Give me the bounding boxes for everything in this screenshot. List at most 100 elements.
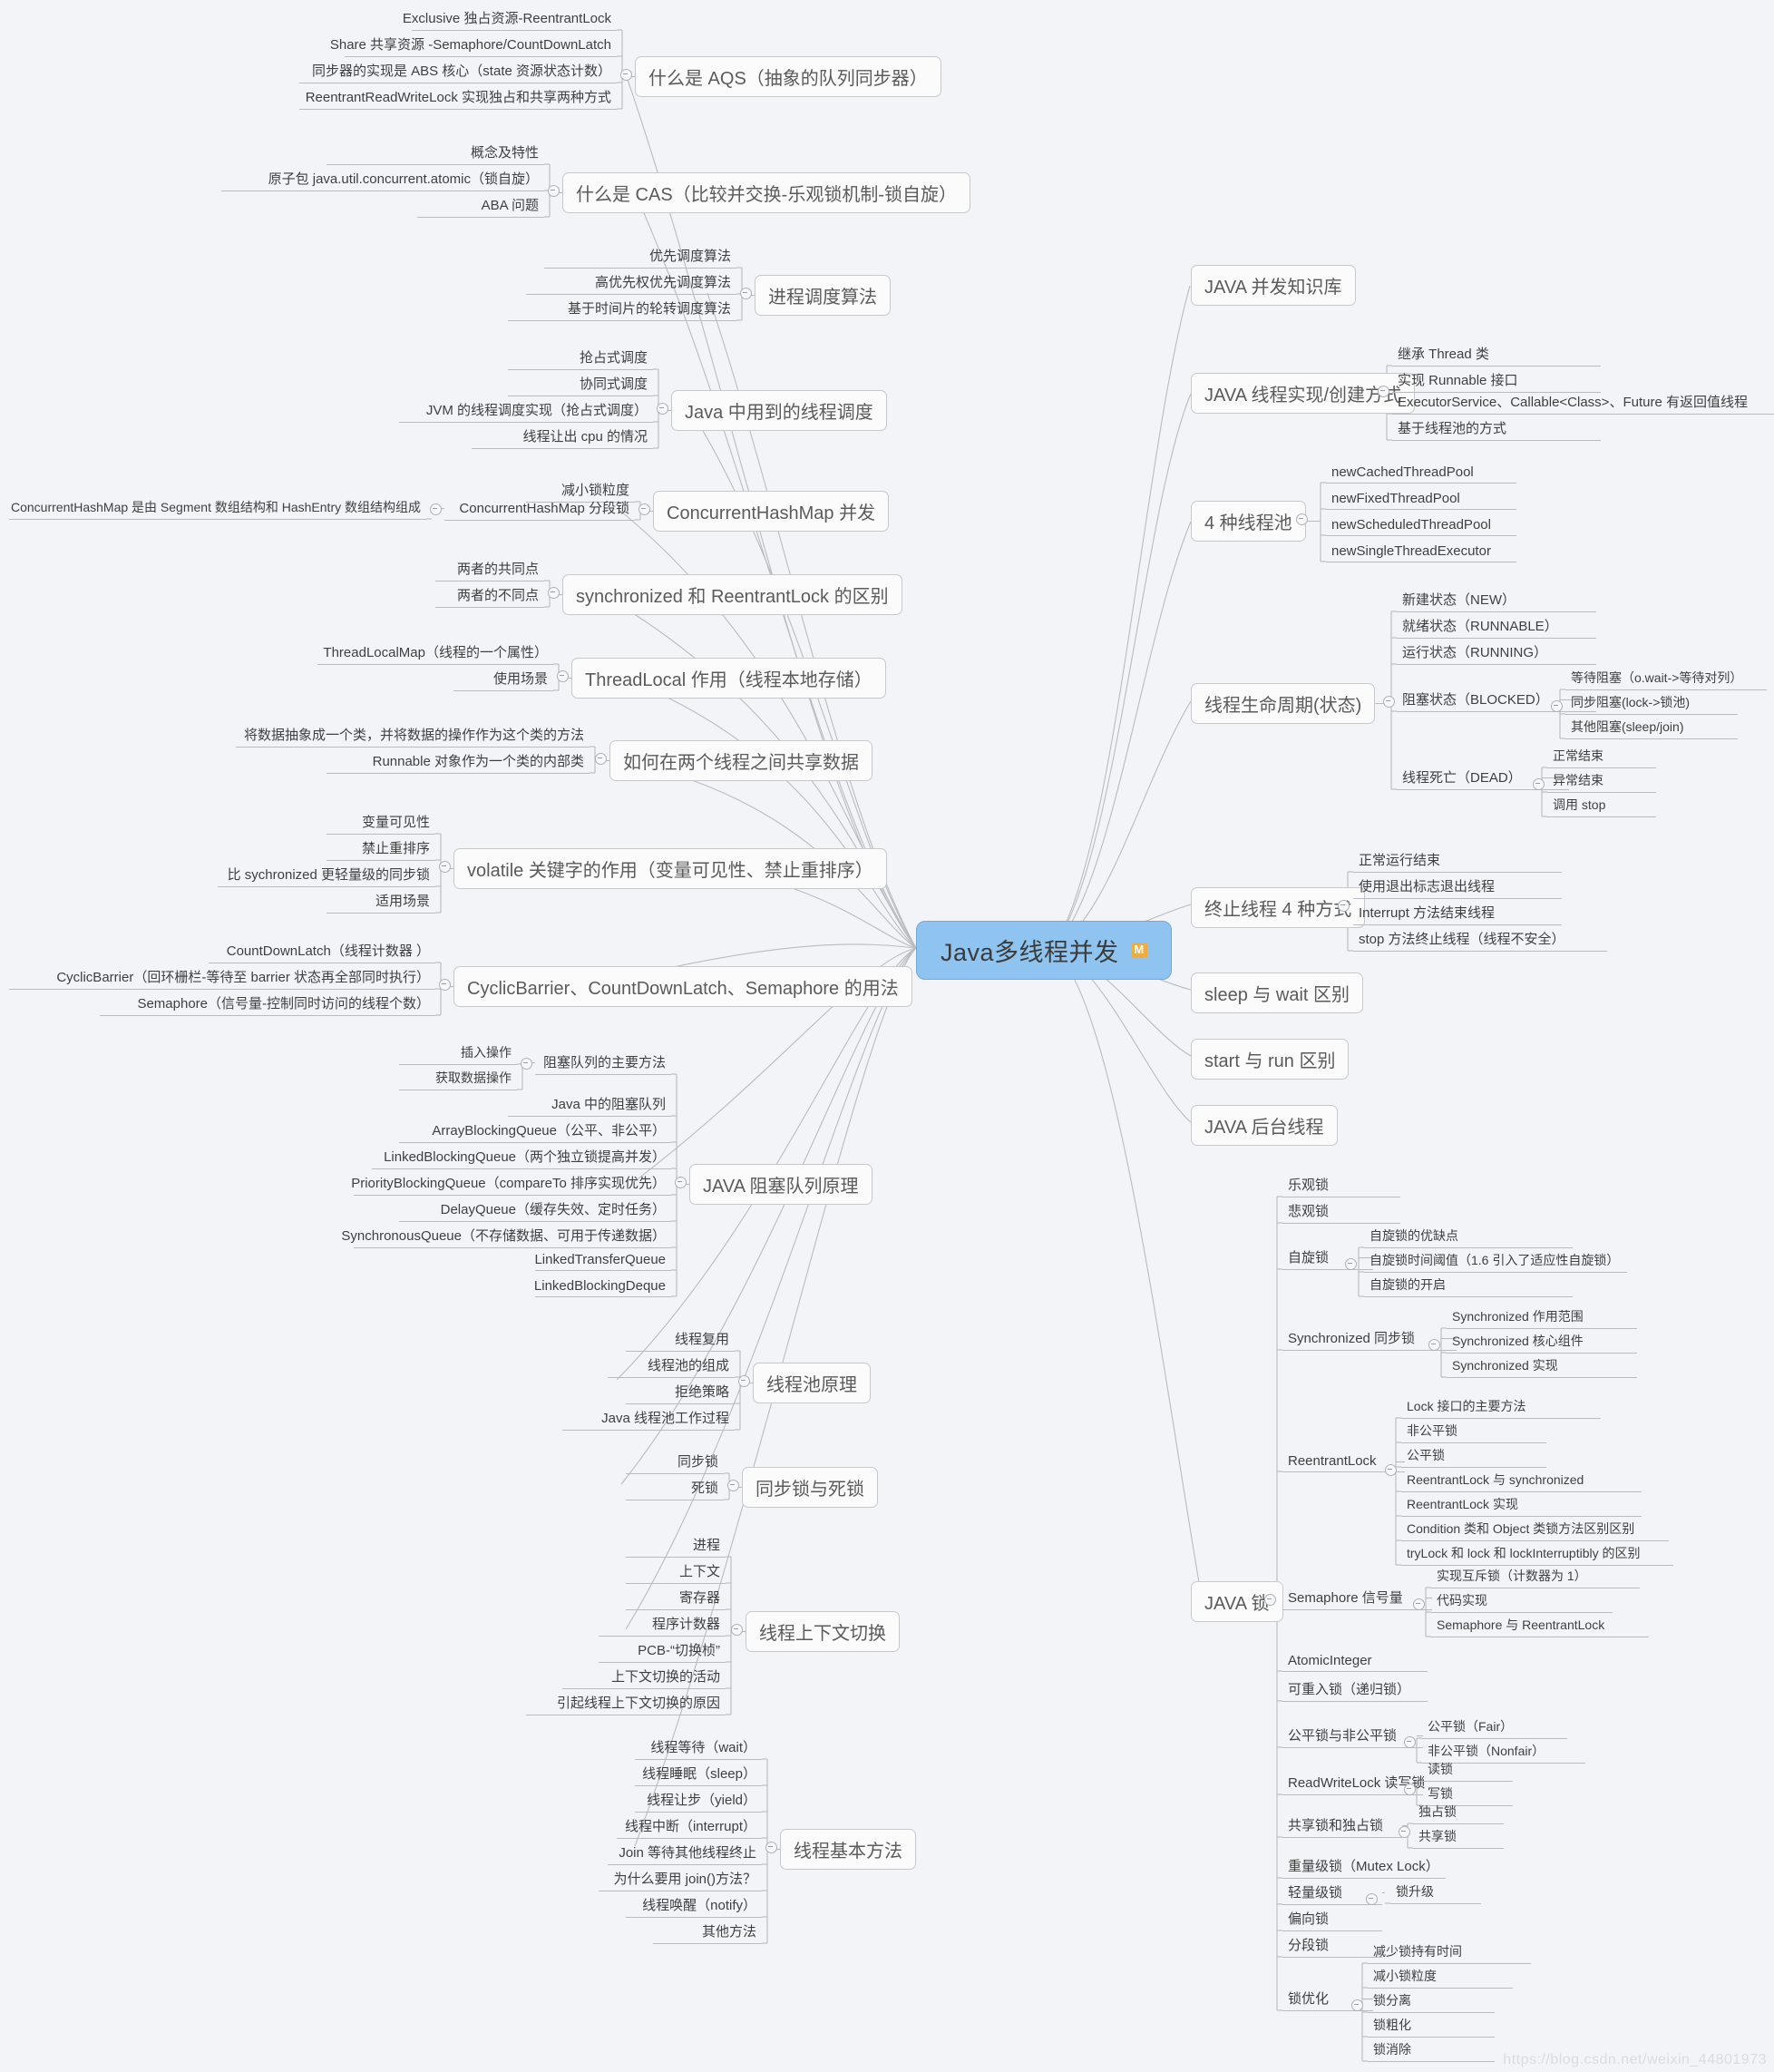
node-round-robin-sched[interactable]: 基于时间片的轮转调度算法 bbox=[508, 297, 736, 321]
branch-sleep-vs-wait[interactable]: sleep 与 wait 区别 bbox=[1191, 972, 1364, 1013]
branch-start-vs-run[interactable]: start 与 run 区别 bbox=[1191, 1039, 1350, 1080]
node-jvm-scheduling[interactable]: JVM 的线程调度实现（抢占式调度） bbox=[399, 398, 653, 423]
node-nonfair-lock[interactable]: 非公平锁 bbox=[1401, 1420, 1546, 1443]
node-newscheduledthreadpool[interactable]: newScheduledThreadPool bbox=[1326, 515, 1516, 536]
node-threadpool-composition[interactable]: 线程池的组成 bbox=[608, 1354, 735, 1378]
node-code-implementation[interactable]: 代码实现 bbox=[1431, 1589, 1613, 1613]
toggle-fair-vs-nonfair[interactable] bbox=[1404, 1736, 1416, 1748]
node-state-running[interactable]: 运行状态（RUNNING） bbox=[1397, 640, 1596, 665]
node-sync-implementation[interactable]: Synchronized 实现 bbox=[1447, 1354, 1637, 1378]
toggle-bq-main-methods[interactable] bbox=[521, 1058, 532, 1070]
node-atomicinteger[interactable]: AtomicInteger bbox=[1282, 1651, 1428, 1672]
branch-share-data[interactable]: 如何在两个线程之间共享数据 bbox=[609, 740, 872, 781]
node-aqs-exclusive[interactable]: Exclusive 独占资源-ReentrantLock bbox=[403, 6, 617, 31]
branch-java-concurrency-kb[interactable]: JAVA 并发知识库 bbox=[1191, 265, 1356, 306]
node-volatile-usecase[interactable]: 适用场景 bbox=[327, 889, 435, 914]
node-sync-lock[interactable]: 同步锁 bbox=[626, 1450, 724, 1474]
toggle-threadpool-principle[interactable] bbox=[738, 1375, 750, 1387]
toggle-concurrenthashmap[interactable] bbox=[638, 503, 650, 515]
node-spin-lock[interactable]: 自旋锁 bbox=[1282, 1246, 1373, 1270]
toggle-shared-vs-exclusive[interactable] bbox=[1399, 1826, 1410, 1838]
toggle-readwritelock[interactable] bbox=[1404, 1784, 1416, 1795]
toggle-blocking-queue[interactable] bbox=[675, 1177, 687, 1188]
node-lighter-than-sync[interactable]: 比 sychronized 更轻量级的同步锁 bbox=[218, 863, 435, 887]
node-threadpool-workflow[interactable]: Java 线程池工作过程 bbox=[562, 1406, 735, 1431]
node-optimistic-lock[interactable]: 乐观锁 bbox=[1282, 1173, 1400, 1197]
toggle-aqs[interactable] bbox=[620, 69, 632, 81]
toggle-semaphore-lock[interactable] bbox=[1413, 1598, 1425, 1610]
toggle-volatile[interactable] bbox=[439, 861, 451, 873]
root-node[interactable]: Java多线程并发 M bbox=[916, 921, 1172, 980]
node-sync-scope[interactable]: Synchronized 作用范围 bbox=[1447, 1305, 1637, 1329]
node-cas-concept[interactable]: 概念及特性 bbox=[327, 141, 544, 165]
node-insert-op[interactable]: 插入操作 bbox=[399, 1041, 517, 1065]
node-bq-main-methods[interactable]: 阻塞队列的主要方法 bbox=[535, 1051, 671, 1075]
toggle-share-data[interactable] bbox=[595, 753, 607, 765]
node-newsinglethreadexecutor[interactable]: newSingleThreadExecutor bbox=[1326, 542, 1516, 562]
toggle-state-blocked[interactable] bbox=[1551, 700, 1563, 712]
node-call-stop[interactable]: 调用 stop bbox=[1547, 794, 1656, 817]
node-pcb-switch-frame[interactable]: PCB-“切换桢” bbox=[599, 1638, 726, 1663]
toggle-thread-lifecycle[interactable] bbox=[1383, 696, 1395, 708]
node-mutex-counter-one[interactable]: 实现互斥锁（计数器为 1） bbox=[1431, 1565, 1640, 1588]
toggle-terminate-thread[interactable] bbox=[1338, 900, 1350, 912]
node-normal-end[interactable]: 正常结束 bbox=[1547, 745, 1656, 768]
node-exit-flag[interactable]: 使用退出标志退出线程 bbox=[1353, 875, 1562, 899]
node-semaphore-vs-reentrantlock[interactable]: Semaphore 与 ReentrantLock bbox=[1431, 1614, 1649, 1637]
branch-threadpool-principle[interactable]: 线程池原理 bbox=[753, 1363, 871, 1403]
node-fair-vs-nonfair[interactable]: 公平锁与非公平锁 bbox=[1282, 1724, 1423, 1748]
toggle-sync-vs-reentrantlock[interactable] bbox=[548, 587, 560, 599]
node-semaphore-lock[interactable]: Semaphore 信号量 bbox=[1282, 1586, 1432, 1610]
toggle-spin-lock[interactable] bbox=[1345, 1258, 1357, 1270]
node-abstract-class[interactable]: 将数据抽象成一个类，并将数据的操作作为这个类的方法 bbox=[236, 723, 590, 748]
node-reentrant-recursive-lock[interactable]: 可重入锁（递归锁） bbox=[1282, 1677, 1428, 1702]
node-cas-aba[interactable]: ABA 问题 bbox=[417, 193, 544, 218]
node-linkedblockingdeque[interactable]: LinkedBlockingDeque bbox=[534, 1276, 671, 1297]
node-interrupt-method[interactable]: Interrupt 方法结束线程 bbox=[1353, 901, 1562, 925]
node-stop-method[interactable]: stop 方法终止线程（线程不安全） bbox=[1353, 927, 1607, 952]
toggle-cas[interactable] bbox=[548, 185, 560, 197]
node-exception-end[interactable]: 异常结束 bbox=[1547, 769, 1656, 793]
node-threadlocal-usecase[interactable]: 使用场景 bbox=[453, 667, 553, 691]
node-fetch-op[interactable]: 获取数据操作 bbox=[399, 1067, 517, 1090]
node-read-lock[interactable]: 读锁 bbox=[1422, 1758, 1513, 1782]
toggle-four-threadpools[interactable] bbox=[1296, 513, 1308, 525]
toggle-process-scheduling[interactable] bbox=[740, 288, 752, 299]
toggle-java-locks[interactable] bbox=[1264, 1594, 1276, 1606]
branch-context-switch[interactable]: 线程上下文切换 bbox=[746, 1611, 900, 1652]
toggle-state-dead[interactable] bbox=[1533, 778, 1545, 790]
node-executorservice-callable-future[interactable]: ExecutorService、Callable<Class>、Future 有… bbox=[1392, 390, 1774, 415]
toggle-threadlocal[interactable] bbox=[557, 670, 569, 682]
node-trylock-lock-lockinterruptibly[interactable]: tryLock 和 lock 和 lockInterruptibly 的区别 bbox=[1401, 1542, 1673, 1566]
toggle-chm-segment-lock[interactable] bbox=[430, 503, 442, 515]
node-chm-structure[interactable]: ConcurrentHashMap 是由 Segment 数组结构和 HashE… bbox=[9, 496, 426, 520]
node-priorityblockingqueue[interactable]: PriorityBlockingQueue（compareTo 排序实现优先） bbox=[351, 1171, 671, 1196]
node-other-blocked[interactable]: 其他阻塞(sleep/join) bbox=[1565, 716, 1738, 739]
branch-daemon-thread[interactable]: JAVA 后台线程 bbox=[1191, 1105, 1338, 1146]
node-cas-atomic[interactable]: 原子包 java.util.concurrent.atomic（锁自旋） bbox=[221, 167, 544, 191]
branch-threadlocal[interactable]: ThreadLocal 作用（线程本地存储） bbox=[571, 658, 886, 699]
node-reentrantlock-impl[interactable]: ReentrantLock 实现 bbox=[1401, 1493, 1642, 1517]
node-reentrantlock-vs-sync[interactable]: ReentrantLock 与 synchronized bbox=[1401, 1469, 1642, 1492]
node-program-counter[interactable]: 程序计数器 bbox=[599, 1612, 726, 1637]
node-other-methods[interactable]: 其他方法 bbox=[653, 1920, 762, 1944]
node-spinlock-enable[interactable]: 自旋锁的开启 bbox=[1364, 1274, 1573, 1297]
node-priority-sched[interactable]: 优先调度算法 bbox=[544, 244, 736, 269]
node-context[interactable]: 上下文 bbox=[626, 1559, 726, 1584]
node-normal-finish[interactable]: 正常运行结束 bbox=[1353, 848, 1562, 873]
node-thread-notify[interactable]: 线程唤醒（notify） bbox=[626, 1893, 762, 1918]
branch-java-thread-scheduling[interactable]: Java 中用到的线程调度 bbox=[671, 390, 887, 431]
branch-sync-vs-reentrantlock[interactable]: synchronized 和 ReentrantLock 的区别 bbox=[562, 574, 902, 615]
branch-cas[interactable]: 什么是 CAS（比较并交换-乐观锁机制-锁自旋） bbox=[562, 172, 970, 213]
node-deadlock[interactable]: 死锁 bbox=[626, 1476, 724, 1500]
node-lock-elimination[interactable]: 锁消除 bbox=[1368, 2038, 1495, 2062]
node-why-join[interactable]: 为什么要用 join()方法？ bbox=[599, 1867, 762, 1891]
node-aqs-rrwlock[interactable]: ReentrantReadWriteLock 实现独占和共享两种方式 bbox=[299, 85, 617, 110]
node-thread-interrupt[interactable]: 线程中断（interrupt） bbox=[617, 1814, 762, 1839]
node-java-blocking-queues[interactable]: Java 中的阻塞队列 bbox=[508, 1092, 671, 1117]
node-lock-coarsening[interactable]: 锁粗化 bbox=[1368, 2014, 1495, 2038]
node-reduce-granularity[interactable]: 减小锁粒度 bbox=[1368, 1965, 1513, 1989]
node-different-points[interactable]: 两者的不同点 bbox=[435, 583, 544, 608]
node-context-switch-activity[interactable]: 上下文切换的活动 bbox=[562, 1665, 726, 1689]
node-forbid-reorder[interactable]: 禁止重排序 bbox=[327, 836, 435, 861]
